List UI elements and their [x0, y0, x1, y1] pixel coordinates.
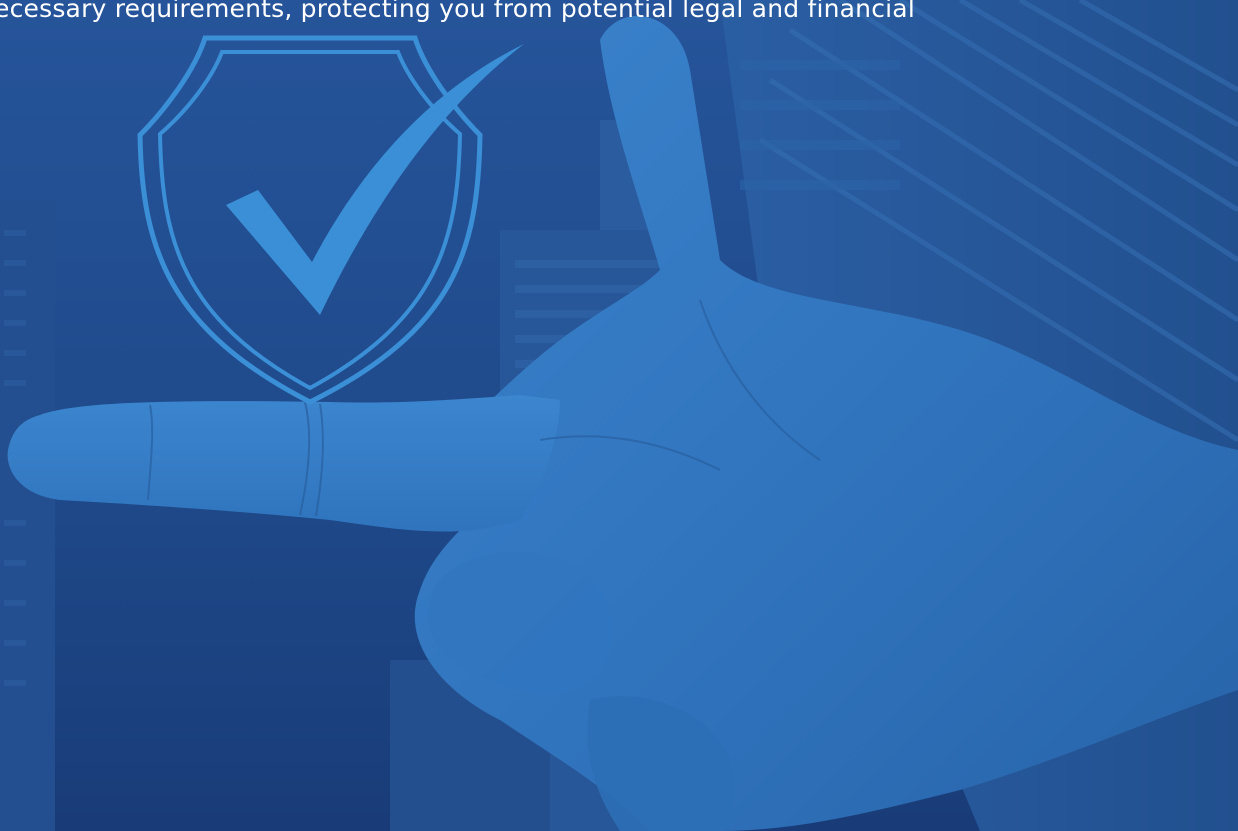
hero-description-text: ecessary requirements, protecting you fr… — [0, 0, 915, 23]
hero-banner: ecessary requirements, protecting you fr… — [0, 0, 1238, 831]
building-left — [0, 200, 55, 831]
hero-background-photo — [0, 0, 1238, 831]
